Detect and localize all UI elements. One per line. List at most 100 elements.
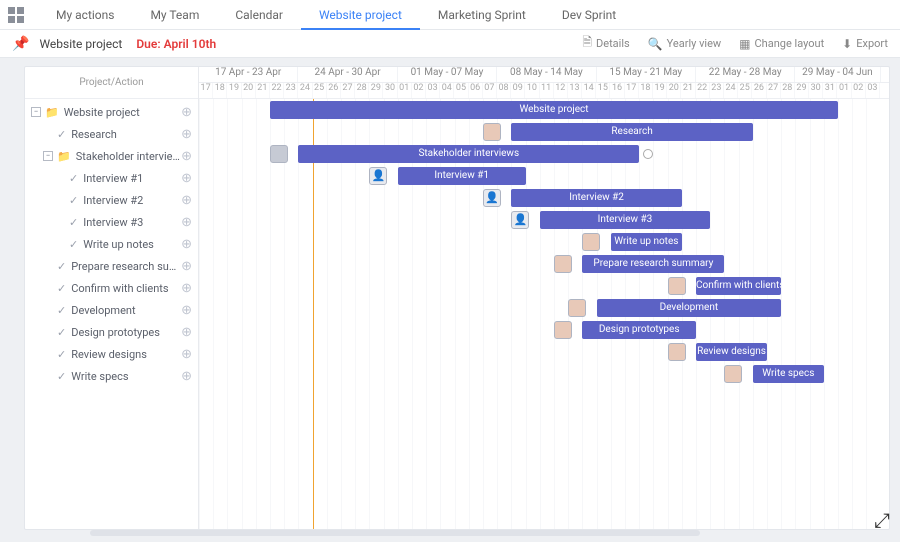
expand-icon[interactable]: ⤢ xyxy=(874,508,890,532)
tree-label: Write up notes xyxy=(83,238,181,251)
day-header: 07 xyxy=(483,83,497,98)
expander-placeholder xyxy=(43,129,53,139)
gantt-bar[interactable]: Design prototypes xyxy=(582,321,696,339)
collapse-icon[interactable]: − xyxy=(43,151,53,161)
add-icon[interactable]: ⊕ xyxy=(181,149,192,164)
day-header: 26 xyxy=(327,83,341,98)
assignee-avatar[interactable]: 👤 xyxy=(369,167,387,185)
tree-pane: Project/Action −📁Website project⊕ ✓ Resear… xyxy=(25,67,199,529)
gantt-row: 👤 Interview #1 xyxy=(199,165,889,187)
add-icon[interactable]: ⊕ xyxy=(181,237,192,252)
details-button[interactable]: 🗎Details xyxy=(582,33,629,54)
assignee-avatar[interactable] xyxy=(554,321,572,339)
add-icon[interactable]: ⊕ xyxy=(181,369,192,384)
tree-row[interactable]: ✓Interview #2⊕ xyxy=(25,189,198,211)
tab-calendar[interactable]: Calendar xyxy=(217,0,301,30)
tree-label: Research xyxy=(71,128,181,141)
gantt-bar[interactable]: Website project xyxy=(270,101,838,119)
tree-row[interactable]: −📁Website project⊕ xyxy=(25,101,198,123)
add-icon[interactable]: ⊕ xyxy=(181,171,192,186)
gantt-row: Development xyxy=(199,297,889,319)
tree-row[interactable]: ✓Interview #1⊕ xyxy=(25,167,198,189)
day-header: 02 xyxy=(852,83,866,98)
tree-row[interactable]: ✓Write specs⊕ xyxy=(25,365,198,387)
assignee-avatar[interactable] xyxy=(668,277,686,295)
tree-row[interactable]: ✓Development⊕ xyxy=(25,299,198,321)
collapse-icon[interactable]: − xyxy=(31,107,41,117)
add-icon[interactable]: ⊕ xyxy=(181,281,192,296)
assignee-avatar[interactable] xyxy=(724,365,742,383)
day-header: 24 xyxy=(724,83,738,98)
gantt-bar[interactable]: Prepare research summary xyxy=(582,255,724,273)
tree-row[interactable]: ✓Design prototypes⊕ xyxy=(25,321,198,343)
tree-label: Confirm with clients xyxy=(71,282,181,295)
add-icon[interactable]: ⊕ xyxy=(181,127,192,142)
pin-icon[interactable]: 📌 xyxy=(12,36,29,52)
tab-my-team[interactable]: My Team xyxy=(132,0,217,30)
day-header: 05 xyxy=(454,83,468,98)
change-layout-button[interactable]: ▦Change layout xyxy=(739,33,824,54)
expander-placeholder xyxy=(55,195,65,205)
gantt-bar[interactable]: Stakeholder interviews xyxy=(298,145,639,163)
day-header: 04 xyxy=(440,83,454,98)
add-icon[interactable]: ⊕ xyxy=(181,259,192,274)
assignee-avatar[interactable]: 👤 xyxy=(483,189,501,207)
yearly-view-button[interactable]: 🔍Yearly view xyxy=(648,33,721,54)
gantt-bar[interactable]: Research xyxy=(511,123,752,141)
day-header: 06 xyxy=(469,83,483,98)
gantt-bar[interactable]: Development xyxy=(597,299,782,317)
add-icon[interactable]: ⊕ xyxy=(181,347,192,362)
tree-label: Interview #3 xyxy=(83,216,181,229)
assignee-avatar[interactable] xyxy=(668,343,686,361)
gantt-bar[interactable]: Write up notes xyxy=(611,233,682,251)
assignee-avatar[interactable] xyxy=(270,145,288,163)
gantt-bar[interactable]: Write specs xyxy=(753,365,824,383)
check-icon: ✓ xyxy=(57,128,66,141)
day-header: 03 xyxy=(866,83,880,98)
assignee-avatar[interactable] xyxy=(568,299,586,317)
tree-row[interactable]: ✓Prepare research sumr⊕ xyxy=(25,255,198,277)
tree-row[interactable]: ✓Write up notes⊕ xyxy=(25,233,198,255)
gantt-bar[interactable]: Review designs xyxy=(696,343,767,361)
tree-label: Prepare research sumr xyxy=(71,260,181,273)
gantt-bar[interactable]: Interview #1 xyxy=(398,167,526,185)
gantt-bar[interactable]: Interview #3 xyxy=(540,211,710,229)
tree-row[interactable]: −📁Stakeholder interviews⊕ xyxy=(25,145,198,167)
tree-row[interactable]: ✓ Research⊕ xyxy=(25,123,198,145)
expander-placeholder xyxy=(43,349,53,359)
gantt-chart[interactable]: 17 Apr - 23 Apr24 Apr - 30 Apr01 May - 0… xyxy=(199,67,889,529)
expander-placeholder xyxy=(43,261,53,271)
day-header: 20 xyxy=(667,83,681,98)
gantt-row: 👤 Interview #3 xyxy=(199,209,889,231)
add-icon[interactable]: ⊕ xyxy=(181,215,192,230)
tree-header: Project/Action xyxy=(25,67,198,99)
tab-dev-sprint[interactable]: Dev Sprint xyxy=(544,0,634,30)
app-icon[interactable] xyxy=(8,7,24,23)
gantt-row: Research xyxy=(199,121,889,143)
add-icon[interactable]: ⊕ xyxy=(181,325,192,340)
expander-placeholder xyxy=(55,217,65,227)
day-header: 09 xyxy=(511,83,525,98)
add-icon[interactable]: ⊕ xyxy=(181,105,192,120)
day-header: 28 xyxy=(781,83,795,98)
tree-label: Design prototypes xyxy=(71,326,181,339)
gantt-bar[interactable]: Interview #2 xyxy=(511,189,681,207)
add-icon[interactable]: ⊕ xyxy=(181,303,192,318)
day-header: 20 xyxy=(242,83,256,98)
assignee-avatar[interactable] xyxy=(483,123,501,141)
assignee-avatar[interactable] xyxy=(582,233,600,251)
tree-row[interactable]: ✓Confirm with clients⊕ xyxy=(25,277,198,299)
add-icon[interactable]: ⊕ xyxy=(181,193,192,208)
week-header: 08 May - 14 May xyxy=(497,67,596,82)
tree-row[interactable]: ✓Review designs⊕ xyxy=(25,343,198,365)
tree-label: Website project xyxy=(64,106,181,119)
gantt-bar[interactable]: Confirm with clients xyxy=(696,277,781,295)
tab-website-project[interactable]: Website project xyxy=(301,0,420,30)
tree-row[interactable]: ✓Interview #3⊕ xyxy=(25,211,198,233)
tab-my-actions[interactable]: My actions xyxy=(38,0,132,30)
export-button[interactable]: ⬇Export xyxy=(842,33,888,54)
tab-marketing-sprint[interactable]: Marketing Sprint xyxy=(420,0,544,30)
horizontal-scrollbar[interactable] xyxy=(90,530,700,536)
assignee-avatar[interactable] xyxy=(554,255,572,273)
assignee-avatar[interactable]: 👤 xyxy=(511,211,529,229)
